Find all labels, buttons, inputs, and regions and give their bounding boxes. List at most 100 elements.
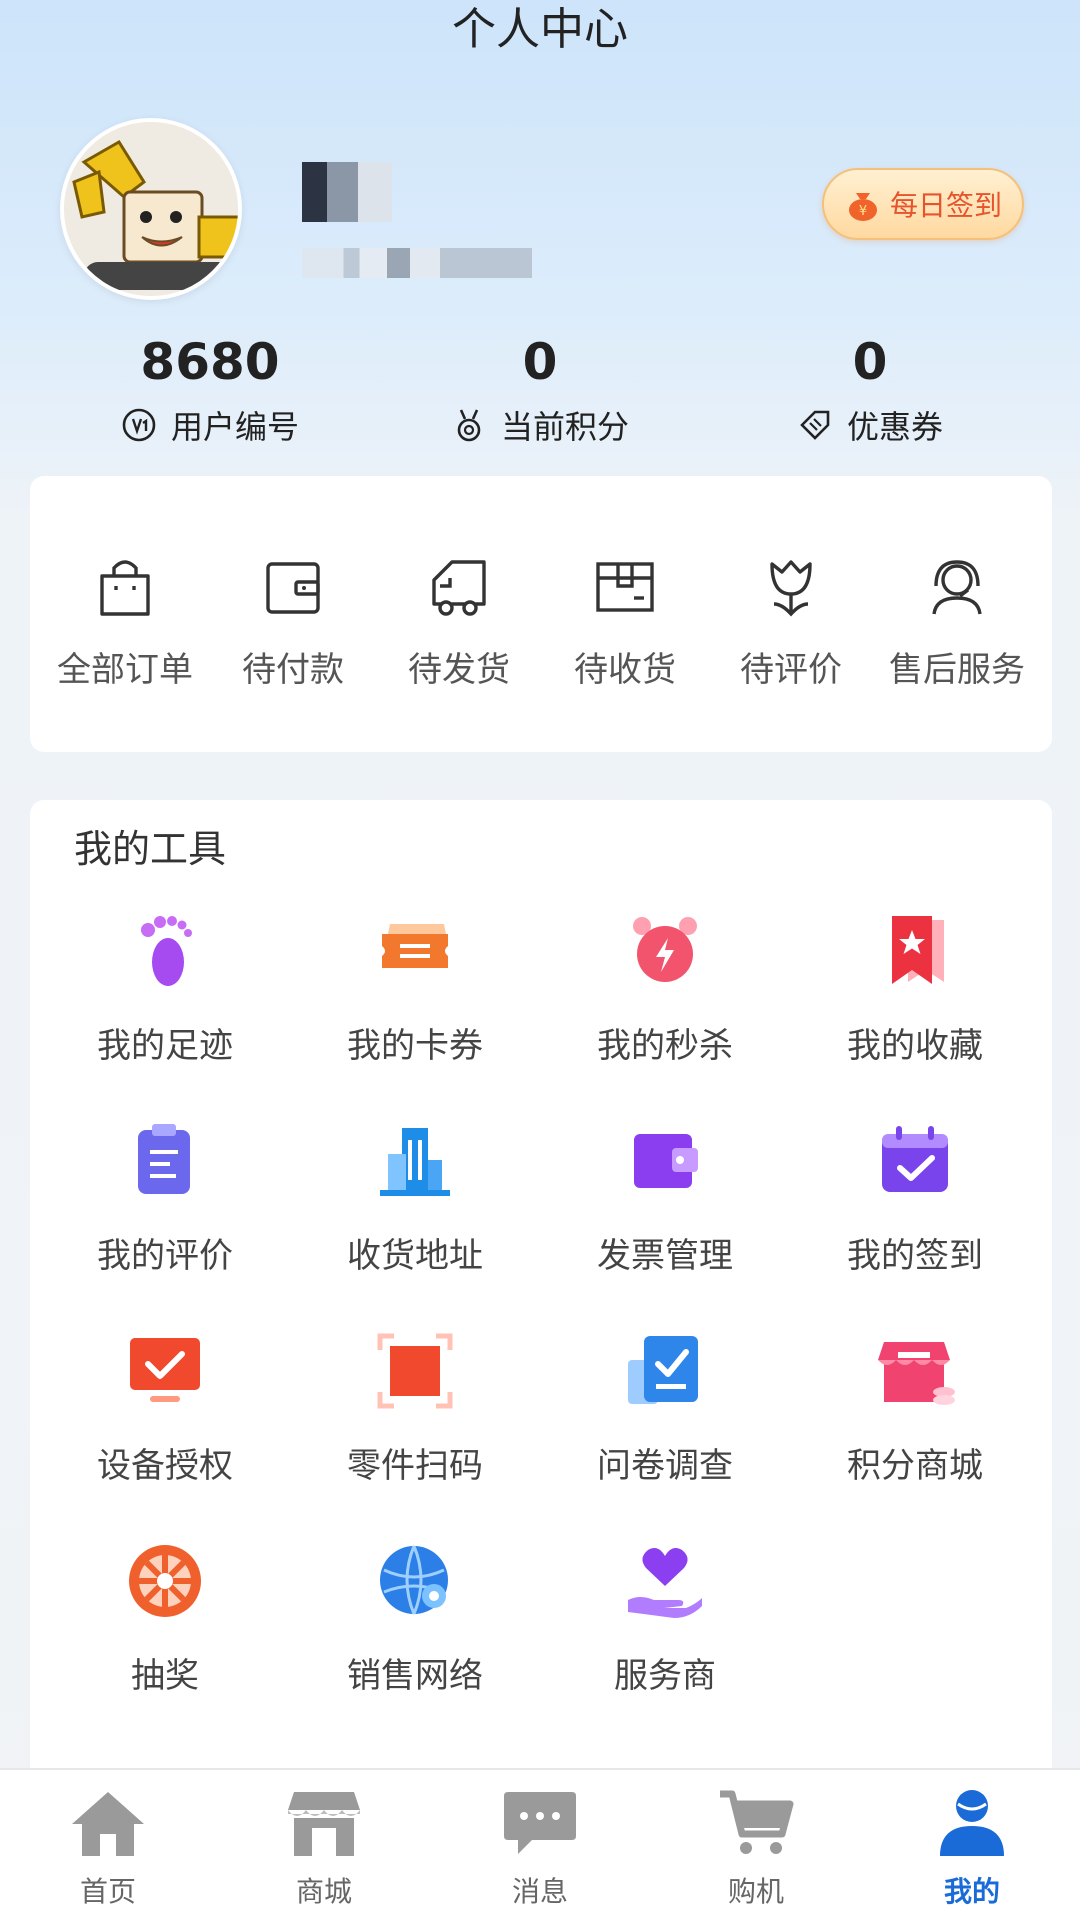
tool-label: 零件扫码 (347, 1446, 483, 1486)
tool-points-mall[interactable]: 积分商城 (790, 1330, 1040, 1487)
tool-label: 设备授权 (97, 1446, 233, 1486)
flower-icon (770, 560, 812, 617)
order-all[interactable]: 全部订单 (40, 554, 210, 691)
tool-device-auth[interactable]: 设备授权 (40, 1330, 290, 1487)
stat-value: 0 (852, 333, 888, 391)
tool-part-scan[interactable]: 零件扫码 (290, 1330, 540, 1487)
headset-icon (932, 560, 982, 615)
username-blurred (302, 162, 392, 222)
order-label: 待收货 (574, 650, 676, 690)
hand-heart-icon (628, 1548, 702, 1618)
tool-label: 销售网络 (347, 1656, 483, 1696)
tab-label: 首页 (79, 1875, 136, 1908)
shop-icon (288, 1792, 360, 1856)
tool-label: 问卷调查 (597, 1446, 733, 1486)
tool-service-provider[interactable]: 服务商 (540, 1540, 790, 1697)
user-phone-blurred (302, 248, 532, 278)
tool-survey[interactable]: 问卷调查 (540, 1330, 790, 1487)
scan-icon (377, 1333, 453, 1409)
tab-home[interactable]: 首页 (28, 1788, 188, 1910)
avatar[interactable] (60, 118, 242, 300)
tool-footprint[interactable]: 我的足迹 (40, 910, 290, 1067)
order-pending-payment[interactable]: 待付款 (208, 554, 378, 691)
home-icon (72, 1792, 144, 1856)
stat-value: 8680 (140, 333, 280, 391)
order-label: 全部订单 (57, 650, 193, 690)
bottom-tabbar: 首页 商城 消息 购机 我的 (0, 1768, 1080, 1920)
building-icon (380, 1128, 450, 1196)
tab-messages[interactable]: 消息 (460, 1788, 620, 1910)
order-after-sales[interactable]: 售后服务 (872, 554, 1042, 691)
daily-signin-button[interactable]: ¥ 每日签到 (822, 168, 1024, 240)
order-pending-review[interactable]: 待评价 (706, 554, 876, 691)
profile-icon (940, 1790, 1004, 1856)
svg-text:¥: ¥ (859, 204, 867, 219)
order-pending-receipt[interactable]: 待收货 (540, 554, 710, 691)
tool-label: 积分商城 (847, 1446, 983, 1486)
tool-address[interactable]: 收货地址 (290, 1120, 540, 1277)
monitor-check-icon (130, 1338, 200, 1402)
wallet-icon (266, 562, 320, 614)
tool-sales-network[interactable]: 销售网络 (290, 1540, 540, 1697)
store-icon (878, 1342, 955, 1405)
tab-mine[interactable]: 我的 (892, 1788, 1052, 1910)
tool-label: 我的评价 (97, 1236, 233, 1276)
bookmark-star-icon (892, 916, 944, 984)
tool-invoice[interactable]: 发票管理 (540, 1120, 790, 1277)
ticket-icon (382, 924, 448, 968)
wallet-purple-icon (634, 1134, 698, 1188)
alarm-clock-icon (633, 917, 697, 982)
tool-coupons[interactable]: 我的卡券 (290, 910, 540, 1067)
order-label: 待评价 (740, 650, 842, 690)
message-icon (504, 1792, 576, 1854)
tool-favorites[interactable]: 我的收藏 (790, 910, 1040, 1067)
tool-label: 我的足迹 (97, 1026, 233, 1066)
coupon-icon (800, 410, 830, 440)
wheel-icon (129, 1545, 201, 1617)
stat-label: 当前积分 (500, 408, 629, 446)
stat-points[interactable]: 0 当前积分 (390, 330, 690, 448)
tab-buy-machine[interactable]: 购机 (676, 1788, 836, 1910)
calendar-check-icon (882, 1126, 948, 1192)
signin-label: 每日签到 (889, 189, 1002, 222)
tool-reviews[interactable]: 我的评价 (40, 1120, 290, 1277)
tools-card: 我的工具 我的足迹 我的卡券 我的秒杀 我的收藏 我的评价 收货地址 发票管理 … (30, 800, 1052, 1780)
tool-flash-sale[interactable]: 我的秒杀 (540, 910, 790, 1067)
stat-coupons[interactable]: 0 优惠券 (720, 330, 1020, 448)
cart-icon (720, 1790, 794, 1854)
tab-mall[interactable]: 商城 (244, 1788, 404, 1910)
tab-label: 商城 (295, 1875, 352, 1908)
tools-title: 我的工具 (74, 827, 227, 871)
user-stats: 8680 用户编号 0 当前积分 0 优惠券 (0, 330, 1080, 460)
clipboard-icon (138, 1124, 190, 1194)
order-label: 售后服务 (889, 650, 1025, 690)
tool-lottery[interactable]: 抽奖 (40, 1540, 290, 1697)
order-label: 待付款 (242, 650, 344, 690)
tab-label: 消息 (511, 1875, 568, 1908)
tool-label: 我的签到 (847, 1236, 983, 1276)
tool-label: 我的卡券 (347, 1026, 483, 1066)
tool-label: 抽奖 (131, 1656, 199, 1696)
page-title: 个人中心 (452, 4, 628, 55)
tool-checkin[interactable]: 我的签到 (790, 1120, 1040, 1277)
tool-label: 我的收藏 (847, 1026, 983, 1066)
tool-label: 发票管理 (597, 1236, 733, 1276)
tool-label: 我的秒杀 (597, 1026, 733, 1066)
order-label: 待发货 (408, 650, 510, 690)
truck-icon (432, 560, 486, 616)
footprint-icon (141, 916, 192, 986)
stat-user-id[interactable]: 8680 用户编号 (60, 330, 360, 448)
stat-label: 优惠券 (846, 408, 943, 446)
survey-check-icon (628, 1336, 698, 1404)
globe-network-icon (380, 1545, 448, 1615)
orders-card: 全部订单 待付款 待发货 待收货 待评价 售后服务 (30, 476, 1052, 752)
box-icon (596, 562, 654, 612)
order-pending-shipment[interactable]: 待发货 (374, 554, 544, 691)
tab-label: 购机 (727, 1875, 784, 1908)
money-bag-icon: ¥ (848, 193, 877, 221)
tab-label: 我的 (943, 1875, 1000, 1908)
tool-label: 服务商 (614, 1656, 716, 1696)
user-id-icon (122, 408, 156, 442)
stat-label: 用户编号 (170, 408, 299, 446)
excavator-mascot-icon (64, 122, 238, 296)
